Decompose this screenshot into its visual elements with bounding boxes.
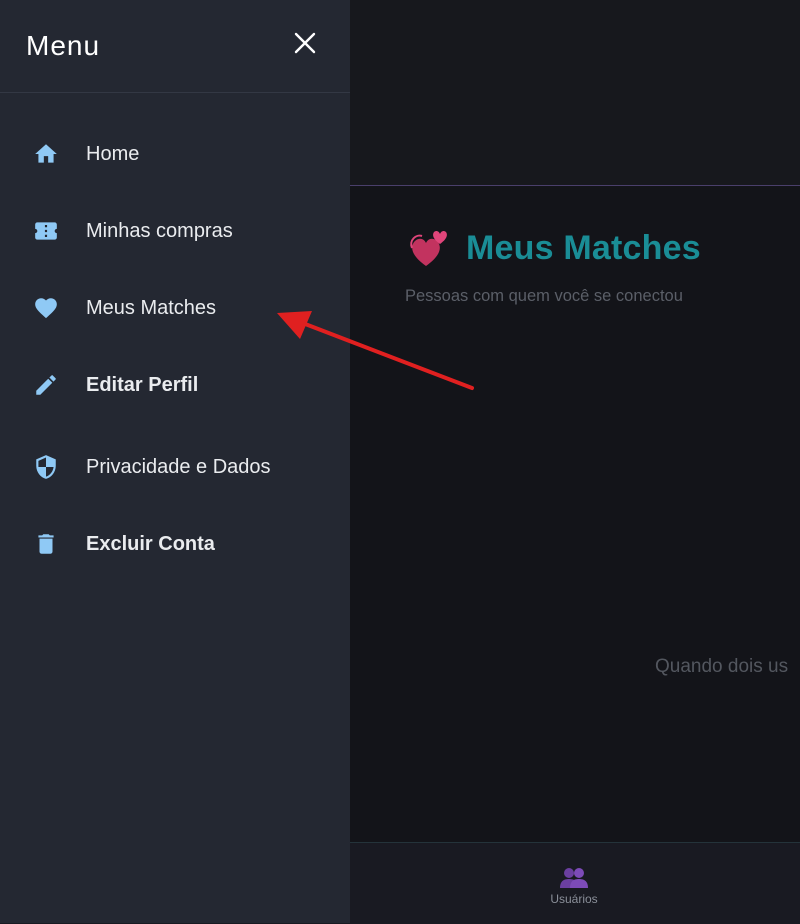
nav-tab-users-label: Usuários [550, 892, 598, 906]
page-title: Meus Matches [466, 228, 701, 267]
heart-icon [33, 295, 59, 321]
menu-item-edit-profile[interactable]: Editar Perfil [0, 357, 350, 413]
page-subtitle: Pessoas com quem você se conectou [405, 287, 683, 305]
ticket-icon [33, 218, 59, 244]
menu-item-matches[interactable]: Meus Matches [0, 280, 350, 336]
menu-item-label: Privacidade e Dados [86, 455, 271, 478]
pencil-icon [33, 372, 59, 398]
menu-item-label: Minhas compras [86, 219, 233, 242]
menu-item-delete-account[interactable]: Excluir Conta [0, 516, 350, 572]
close-icon [294, 32, 316, 54]
menu-item-label: Editar Perfil [86, 373, 199, 396]
side-drawer: Menu Home Minhas compras Meus Matches Ed… [0, 0, 350, 923]
menu-item-purchases[interactable]: Minhas compras [0, 203, 350, 259]
trash-icon [33, 531, 59, 557]
shield-icon [33, 454, 59, 480]
menu-item-home[interactable]: Home [0, 126, 350, 182]
menu-item-privacy[interactable]: Privacidade e Dados [0, 439, 350, 495]
menu-item-label: Meus Matches [86, 296, 217, 319]
users-icon [560, 868, 588, 888]
menu-item-label: Excluir Conta [86, 532, 215, 555]
two-hearts-icon [410, 230, 447, 266]
menu-item-label: Home [86, 142, 140, 165]
drawer-title: Menu [26, 30, 101, 61]
drawer-header: Menu [0, 0, 350, 93]
close-button[interactable] [292, 30, 318, 56]
nav-tab-users[interactable]: Usuários [536, 866, 612, 906]
matches-header: Meus Matches [408, 226, 701, 270]
home-icon [33, 141, 59, 167]
empty-state-text: Quando dois us [655, 656, 789, 677]
